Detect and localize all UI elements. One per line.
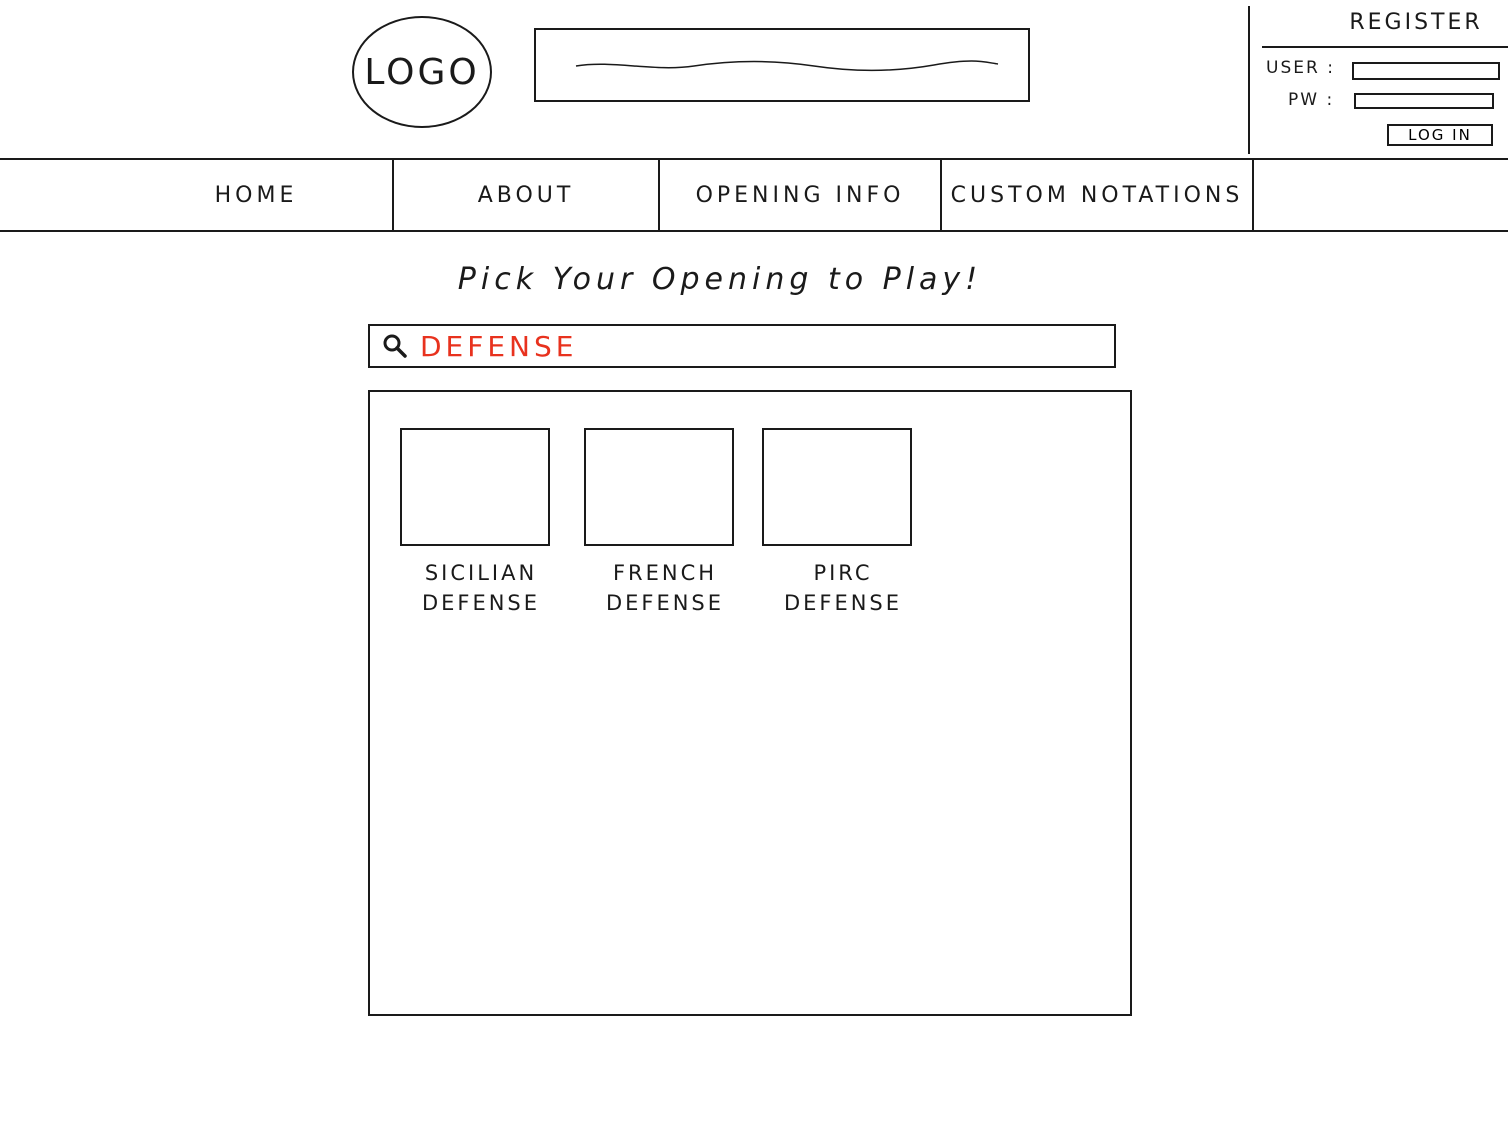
nav-item-label: HOME <box>214 182 298 208</box>
nav-item-opening-info[interactable]: OPENING INFO <box>660 158 940 232</box>
nav-item-about[interactable]: ABOUT <box>394 158 658 232</box>
search-input[interactable] <box>418 327 1114 365</box>
nav-item-custom-notations[interactable]: CUSTOM NOTATIONS <box>942 158 1252 232</box>
result-label: FRENCH DEFENSE <box>605 561 725 615</box>
logo-text: LOGO <box>364 51 480 93</box>
result-label: SICILIAN DEFENSE <box>421 561 541 615</box>
result-label: PIRC DEFENSE <box>783 561 903 615</box>
banner-placeholder-line <box>575 60 999 72</box>
nav-divider <box>1252 160 1254 230</box>
logo: LOGO <box>352 16 492 128</box>
register-link[interactable]: REGISTER <box>1336 10 1496 42</box>
nav-item-home[interactable]: HOME <box>120 158 392 232</box>
result-card-french-defense[interactable]: FRENCH DEFENSE <box>584 428 746 628</box>
login-button[interactable]: LOG IN <box>1387 124 1493 146</box>
search-icon[interactable] <box>380 331 410 361</box>
pw-input[interactable] <box>1354 93 1494 109</box>
login-divider <box>1262 46 1508 48</box>
nav-item-label: OPENING INFO <box>695 182 905 208</box>
result-card-sicilian-defense[interactable]: SICILIAN DEFENSE <box>400 428 562 628</box>
user-label: USER : <box>1266 58 1335 78</box>
pw-label: PW : <box>1288 90 1335 110</box>
result-thumbnail[interactable] <box>400 428 550 546</box>
nav-item-label: ABOUT <box>477 182 575 208</box>
result-thumbnail[interactable] <box>584 428 734 546</box>
nav-item-label: CUSTOM NOTATIONS <box>950 182 1244 208</box>
result-thumbnail[interactable] <box>762 428 912 546</box>
page-title: Pick Your Opening to Play! <box>457 262 983 297</box>
user-input[interactable] <box>1352 62 1500 80</box>
result-card-pirc-defense[interactable]: PIRC DEFENSE <box>762 428 924 628</box>
search-bar <box>368 324 1116 368</box>
